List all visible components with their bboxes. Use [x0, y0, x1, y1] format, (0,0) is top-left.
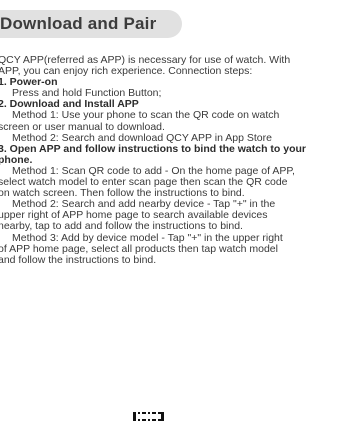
- step-3-heading-line-1: 3. Open APP and follow instructions to b…: [0, 142, 307, 155]
- step-2-method-1-line-1: Method 1: Use your phone to scan the QR …: [12, 109, 280, 122]
- page-title: Download and Pair: [0, 14, 157, 33]
- section-title-banner: Download and Pair: [0, 10, 182, 38]
- qr-code-icon-detail: [136, 414, 161, 419]
- step-2-method-1-line-2: screen or user manual to download.: [0, 120, 165, 133]
- instructions-body: QCY APP(referred as APP) is necessary fo…: [0, 54, 355, 266]
- step-3-method-3-line-1: Method 3: Add by device model - Tap "+" …: [12, 231, 283, 244]
- step-3-method-2-line-3: nearby, tap to add and follow the instru…: [0, 220, 243, 233]
- step-3-method-3-line-3: and follow the instructions to bind.: [0, 253, 157, 266]
